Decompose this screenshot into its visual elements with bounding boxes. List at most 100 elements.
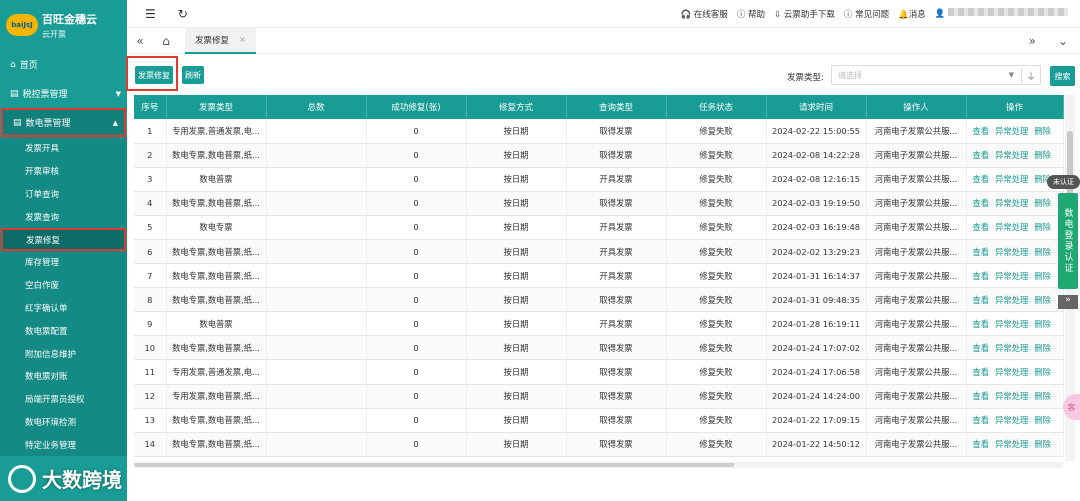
row-actions: 查看 异常处理 删除 [966, 335, 1064, 361]
error-handling-link[interactable]: 异常处理 [995, 126, 1028, 136]
view-link[interactable]: 查看 [973, 415, 990, 425]
cert-panel[interactable]: 数电登录认证 [1058, 193, 1078, 289]
error-handling-link[interactable]: 异常处理 [995, 391, 1028, 401]
sidebar-subitem-invoice-repair[interactable]: 发票修复 [1, 228, 126, 251]
close-icon[interactable]: × [239, 35, 246, 44]
error-handling-link[interactable]: 异常处理 [995, 343, 1028, 353]
view-link[interactable]: 查看 [973, 343, 990, 353]
refresh-button[interactable]: 刷新 [182, 66, 204, 84]
sidebar-subitem[interactable]: 数电环境检测 [0, 411, 127, 434]
table-cell: 10 [134, 335, 167, 361]
table-cell: 2024-02-08 12:16:15 [766, 167, 867, 192]
delete-link[interactable]: 删除 [1034, 391, 1051, 401]
delete-link[interactable]: 删除 [1034, 319, 1051, 329]
app-subtitle: 云开票 [42, 29, 66, 39]
view-link[interactable]: 查看 [973, 126, 990, 136]
sidebar-item-digital-invoice[interactable]: ▤ 数电票管理 ▲ [1, 108, 126, 137]
sidebar-item-tax-control[interactable]: ▤ 税控票管理 ▼ [0, 79, 127, 108]
error-handling-link[interactable]: 异常处理 [995, 295, 1028, 305]
view-link[interactable]: 查看 [973, 319, 990, 329]
app-name: 百旺金穗云 [42, 12, 97, 26]
sidebar-item-label: 首页 [19, 61, 38, 71]
digital-login-cert-widget[interactable]: 未认证 数电登录认证 » [1047, 175, 1080, 309]
tab-invoice-repair[interactable]: 发票修复 × [185, 27, 256, 54]
error-handling-link[interactable]: 异常处理 [995, 174, 1028, 184]
error-handling-link[interactable]: 异常处理 [995, 198, 1028, 208]
column-header: 修复方式 [466, 95, 567, 119]
table-cell: 开具发票 [566, 167, 667, 192]
table-row: 6 数电专票,数电普票,纸... 0 按日期 开具发票 修复失败 2024-02-02 13… [134, 239, 1064, 265]
delete-link[interactable]: 删除 [1034, 415, 1051, 425]
double-left-icon[interactable]: « [127, 34, 153, 48]
view-link[interactable]: 查看 [973, 295, 990, 305]
table-cell [266, 239, 367, 265]
error-handling-link[interactable]: 异常处理 [995, 150, 1028, 160]
user-menu[interactable]: 👤 [935, 8, 1068, 19]
messages-link[interactable]: 🔔消息 [898, 8, 926, 20]
delete-link[interactable]: 删除 [1034, 126, 1051, 136]
error-handling-link[interactable]: 异常处理 [995, 415, 1028, 425]
view-link[interactable]: 查看 [973, 174, 990, 184]
sidebar-subitem[interactable]: 红字确认单 [0, 297, 127, 320]
table-cell: 数电专票,数电普票,纸... [166, 239, 267, 265]
view-link[interactable]: 查看 [973, 439, 990, 449]
sidebar-subitem[interactable]: 空白作废 [0, 274, 127, 297]
search-button[interactable]: 搜索 [1050, 66, 1075, 86]
filter-icon[interactable]: ⏚ [1021, 67, 1036, 83]
sidebar-subitem[interactable]: 数电票配置 [0, 319, 127, 342]
table-cell: 按日期 [466, 239, 567, 265]
faq-link[interactable]: ⓘ 常见问题 [844, 8, 889, 20]
menu-toggle-icon[interactable]: ☰ [145, 7, 156, 21]
row-actions: 查看 异常处理 删除 [966, 359, 1064, 385]
sidebar-subitem[interactable]: 局端开票员授权 [0, 388, 127, 411]
sidebar-subitem[interactable]: 发票开具 [0, 137, 127, 160]
help-link[interactable]: ⓘ 帮助 [737, 8, 765, 20]
delete-link[interactable]: 删除 [1034, 150, 1051, 160]
view-link[interactable]: 查看 [973, 247, 990, 257]
download-link[interactable]: ⇩ 云票助手下载 [774, 8, 835, 20]
invoice-type-select[interactable]: 请选择 ▼ ⏚ [831, 65, 1041, 85]
sidebar-subitem[interactable]: 数电票对账 [0, 365, 127, 388]
delete-link[interactable]: 删除 [1034, 367, 1051, 377]
column-header: 操作 [966, 95, 1064, 119]
delete-link[interactable]: 删除 [1034, 439, 1051, 449]
table-cell: 0 [366, 239, 467, 265]
delete-link[interactable]: 删除 [1034, 343, 1051, 353]
chevron-down-icon: ▼ [1008, 71, 1014, 79]
sidebar-subitem[interactable]: 开票审核 [0, 160, 127, 183]
view-link[interactable]: 查看 [973, 198, 990, 208]
error-handling-link[interactable]: 异常处理 [995, 271, 1028, 281]
error-handling-link[interactable]: 异常处理 [995, 439, 1028, 449]
error-handling-link[interactable]: 异常处理 [995, 367, 1028, 377]
chevron-down-icon[interactable]: ⌄ [1058, 34, 1068, 48]
view-link[interactable]: 查看 [973, 150, 990, 160]
error-handling-link[interactable]: 异常处理 [995, 247, 1028, 257]
refresh-icon[interactable]: ↻ [178, 7, 188, 21]
horizontal-scrollbar[interactable] [134, 462, 1063, 468]
sidebar-item-home[interactable]: ⌂ 首页 [0, 50, 127, 79]
view-link[interactable]: 查看 [973, 271, 990, 281]
error-handling-link[interactable]: 异常处理 [995, 222, 1028, 232]
error-handling-link[interactable]: 异常处理 [995, 319, 1028, 329]
table-cell: 修复失败 [666, 287, 767, 313]
sidebar-subitem[interactable]: 附加信息维护 [0, 342, 127, 365]
view-link[interactable]: 查看 [973, 367, 990, 377]
row-actions: 查看 异常处理 删除 [966, 384, 1064, 409]
table-cell: 2024-02-03 16:19:48 [766, 215, 867, 240]
view-link[interactable]: 查看 [973, 391, 990, 401]
table-cell: 数电普票 [166, 311, 267, 337]
sidebar-subitem[interactable]: 特定业务管理 [0, 433, 127, 456]
sidebar-subitem[interactable]: 订单查询 [0, 183, 127, 206]
online-service-link[interactable]: 🎧 在线客服 [681, 8, 728, 20]
view-link[interactable]: 查看 [973, 222, 990, 232]
invoice-repair-button[interactable]: 发票修复 [135, 66, 173, 84]
table-row: 14 数电专票,数电普票,纸... 0 按日期 取得发票 修复失败 2024-01-22 1… [134, 432, 1064, 457]
home-tab-icon[interactable]: ⌂ [153, 34, 179, 48]
double-right-icon[interactable]: » [1058, 295, 1078, 309]
double-right-icon[interactable]: » [1029, 34, 1036, 48]
table-cell [266, 311, 367, 337]
table-cell: 0 [366, 215, 467, 240]
sidebar-subitem[interactable]: 库存管理 [0, 251, 127, 274]
sidebar-subitem[interactable]: 发票查询 [0, 205, 127, 228]
table-cell: 修复失败 [666, 359, 767, 385]
